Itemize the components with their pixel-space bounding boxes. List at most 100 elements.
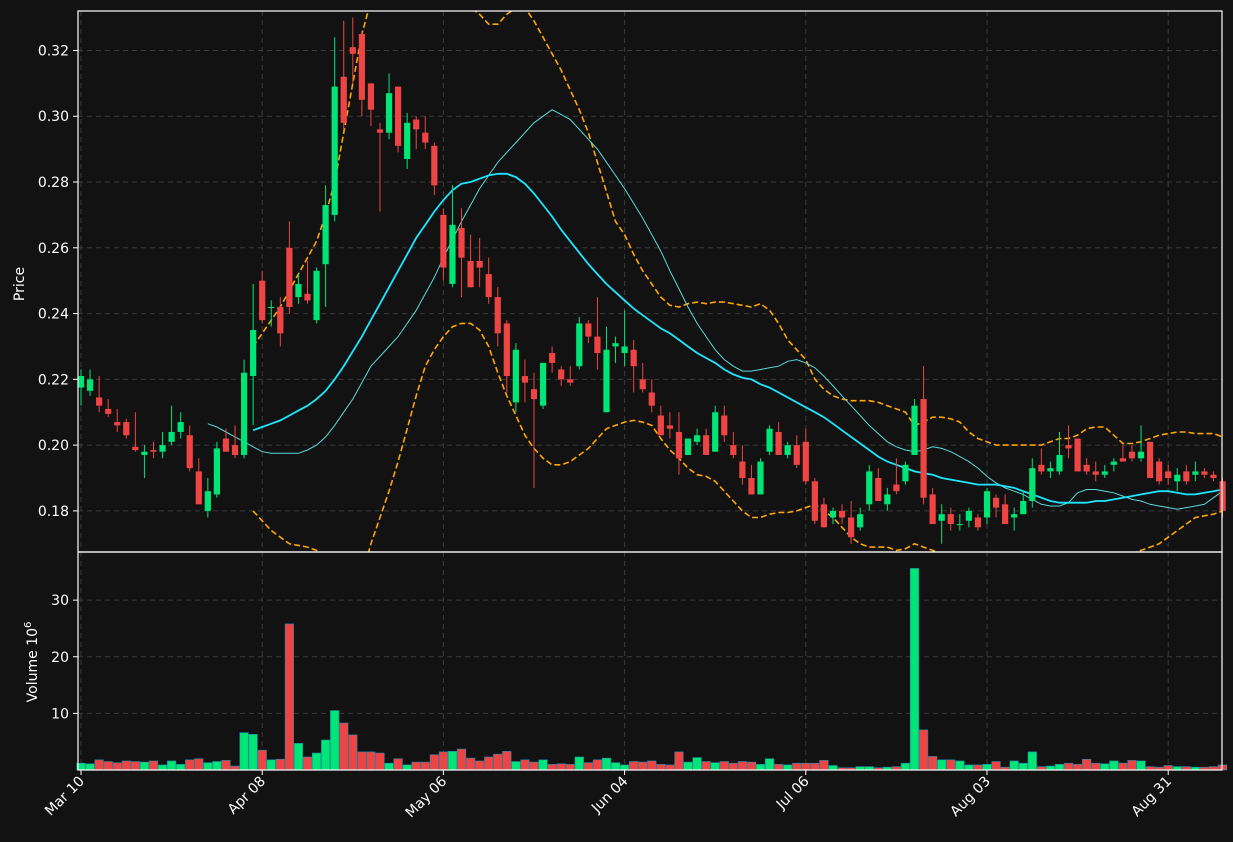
candle-body <box>395 86 402 146</box>
candle-body <box>1156 461 1163 482</box>
volume-axis-label-gap: 10 <box>25 628 41 650</box>
candle-body <box>1092 471 1099 475</box>
volume-bar <box>484 756 494 771</box>
candle-body <box>920 399 927 498</box>
candle-body <box>1020 501 1027 515</box>
volume-bar <box>810 762 820 771</box>
candle-body <box>277 306 284 334</box>
volume-bar <box>683 761 693 771</box>
candle-body <box>630 349 637 367</box>
candle <box>866 464 873 511</box>
figure-background <box>0 0 1233 842</box>
candle-body <box>612 343 619 347</box>
price-tick-label: 0.18 <box>38 504 69 520</box>
candle-body <box>1174 474 1181 482</box>
volume-bar <box>638 761 648 771</box>
volume-bar <box>556 763 566 771</box>
volume-bar <box>139 761 150 771</box>
volume-bar <box>176 764 186 771</box>
candle-body <box>965 510 972 521</box>
volume-bar <box>538 759 548 771</box>
candle-body <box>250 330 257 377</box>
volume-bar <box>755 764 766 771</box>
volume-bar <box>1136 760 1146 771</box>
candle-body <box>231 445 239 455</box>
candle-body <box>956 524 963 526</box>
candle-body <box>675 431 683 459</box>
volume-bar <box>194 758 204 771</box>
volume-bar <box>1009 760 1019 771</box>
candle-body <box>1192 471 1199 475</box>
candle-body <box>141 451 148 455</box>
candle-body <box>775 431 782 455</box>
volume-bar <box>547 764 557 771</box>
candle <box>1156 458 1163 485</box>
candle-body <box>114 422 121 426</box>
price-tick-label: 0.28 <box>38 175 69 191</box>
candle-body <box>1101 471 1108 475</box>
volume-bar <box>964 764 974 771</box>
candle-body <box>594 336 601 354</box>
candle-body <box>404 122 411 159</box>
candle-body <box>558 369 565 380</box>
candle-body <box>503 323 510 377</box>
price-axis-label: Price <box>12 267 28 301</box>
candle <box>811 478 818 525</box>
candle-body <box>449 224 456 284</box>
candle-body <box>666 425 673 429</box>
volume-bar <box>402 764 412 771</box>
volume-bar <box>828 765 838 771</box>
volume-bar <box>710 762 720 771</box>
volume-bar <box>946 759 956 771</box>
volume-bar <box>384 762 394 771</box>
candle <box>213 441 220 498</box>
volume-bar <box>1054 764 1065 771</box>
volume-bar <box>1100 763 1110 771</box>
candle-body <box>385 93 393 133</box>
volume-bar <box>456 748 467 771</box>
volume-tick-label: 30 <box>51 593 69 609</box>
candle-body <box>739 461 746 479</box>
candle-body <box>1119 458 1126 462</box>
candle <box>512 343 519 413</box>
candle <box>902 461 909 485</box>
candle-body <box>1210 474 1217 479</box>
candle-body <box>766 428 773 452</box>
candle-body <box>693 435 701 442</box>
volume-bar <box>266 759 276 771</box>
candle-body <box>177 422 184 432</box>
candle-body <box>1110 461 1117 465</box>
volume-bar <box>764 758 775 771</box>
candle-body <box>857 514 864 528</box>
candle-body <box>440 214 447 268</box>
candle-body <box>657 415 664 436</box>
candle-body <box>123 422 130 436</box>
volume-axis-label: Volume 106 <box>23 622 41 703</box>
volume-bar <box>619 764 630 771</box>
candle-body <box>168 431 175 442</box>
volume-bar <box>167 760 177 771</box>
volume-bar <box>746 761 757 771</box>
volume-bar <box>592 759 603 771</box>
volume-bar <box>565 764 575 771</box>
volume-bar <box>1082 758 1092 771</box>
candle-body <box>476 260 483 268</box>
candle-body <box>811 481 818 521</box>
candle-body <box>911 405 918 455</box>
candle <box>395 86 402 153</box>
volume-bar <box>475 760 485 771</box>
candle-body <box>684 438 692 455</box>
volume-bar <box>429 754 439 771</box>
candle-body <box>1201 471 1208 475</box>
volume-bar <box>130 761 140 771</box>
volume-bar <box>665 764 675 771</box>
candle-body <box>1137 451 1145 459</box>
candle-body <box>983 491 991 518</box>
volume-bar <box>311 752 322 771</box>
candle-body <box>1065 445 1072 449</box>
candle-body <box>748 478 755 495</box>
candle-body <box>730 445 737 455</box>
candle-body <box>639 379 646 390</box>
candle-body <box>268 306 275 308</box>
candle-body <box>1083 464 1090 472</box>
